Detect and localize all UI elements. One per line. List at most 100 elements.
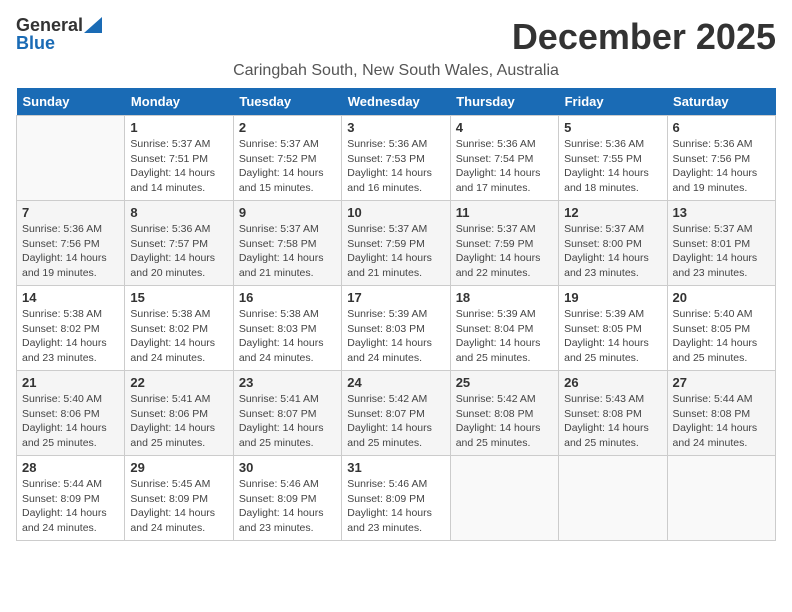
calendar-week-row: 21Sunrise: 5:40 AM Sunset: 8:06 PM Dayli… bbox=[17, 371, 776, 456]
day-number: 29 bbox=[130, 460, 227, 475]
calendar-cell: 12 Sunrise: 5:37 AM Sunset: 8:00 PM Dayli… bbox=[559, 201, 667, 286]
day-number: 18 bbox=[456, 290, 553, 305]
calendar-cell: 4Sunrise: 5:36 AM Sunset: 7:54 PM Daylig… bbox=[450, 116, 558, 201]
day-info: Sunrise: 5:36 AM Sunset: 7:57 PM Dayligh… bbox=[130, 222, 227, 281]
day-number: 31 bbox=[347, 460, 444, 475]
day-info: Sunrise: 5:45 AM Sunset: 8:09 PM Dayligh… bbox=[130, 477, 227, 536]
day-number: 15 bbox=[130, 290, 227, 305]
day-number: 6 bbox=[673, 120, 770, 135]
day-number: 12 bbox=[564, 205, 661, 220]
day-info: Sunrise: 5:42 AM Sunset: 8:08 PM Dayligh… bbox=[456, 392, 553, 451]
day-info: Sunrise: 5:37 AM Sunset: 7:51 PM Dayligh… bbox=[130, 137, 227, 196]
calendar-table: SundayMondayTuesdayWednesdayThursdayFrid… bbox=[16, 88, 776, 541]
calendar-cell: 28 Sunrise: 5:44 AM Sunset: 8:09 PM Dayli… bbox=[17, 456, 125, 541]
calendar-cell bbox=[667, 456, 775, 541]
day-number: 7 bbox=[22, 205, 119, 220]
day-number: 19 bbox=[564, 290, 661, 305]
calendar-day-header: Thursday bbox=[450, 88, 558, 116]
calendar-cell bbox=[559, 456, 667, 541]
day-info: Sunrise: 5:37 AM Sunset: 7:58 PM Dayligh… bbox=[239, 222, 336, 281]
calendar-cell: 18Sunrise: 5:39 AM Sunset: 8:04 PM Dayli… bbox=[450, 286, 558, 371]
calendar-cell: 23 Sunrise: 5:41 AM Sunset: 8:07 PM Dayli… bbox=[233, 371, 341, 456]
calendar-week-row: 1Sunrise: 5:37 AM Sunset: 7:51 PM Daylig… bbox=[17, 116, 776, 201]
calendar-cell: 1Sunrise: 5:37 AM Sunset: 7:51 PM Daylig… bbox=[125, 116, 233, 201]
day-info: Sunrise: 5:39 AM Sunset: 8:05 PM Dayligh… bbox=[564, 307, 661, 366]
logo-blue: Blue bbox=[16, 34, 102, 54]
day-number: 23 bbox=[239, 375, 336, 390]
page-header: General Blue December 2025 bbox=[16, 16, 776, 58]
day-number: 8 bbox=[130, 205, 227, 220]
calendar-cell: 26 Sunrise: 5:43 AM Sunset: 8:08 PM Dayli… bbox=[559, 371, 667, 456]
day-number: 20 bbox=[673, 290, 770, 305]
calendar-day-header: Tuesday bbox=[233, 88, 341, 116]
day-number: 5 bbox=[564, 120, 661, 135]
calendar-cell: 22 Sunrise: 5:41 AM Sunset: 8:06 PM Dayli… bbox=[125, 371, 233, 456]
calendar-cell bbox=[450, 456, 558, 541]
day-number: 26 bbox=[564, 375, 661, 390]
day-info: Sunrise: 5:39 AM Sunset: 8:03 PM Dayligh… bbox=[347, 307, 444, 366]
calendar-cell: 31Sunrise: 5:46 AM Sunset: 8:09 PM Dayli… bbox=[342, 456, 450, 541]
day-number: 28 bbox=[22, 460, 119, 475]
calendar-cell: 3 Sunrise: 5:36 AM Sunset: 7:53 PM Daylig… bbox=[342, 116, 450, 201]
day-number: 25 bbox=[456, 375, 553, 390]
day-number: 13 bbox=[673, 205, 770, 220]
day-info: Sunrise: 5:43 AM Sunset: 8:08 PM Dayligh… bbox=[564, 392, 661, 451]
day-info: Sunrise: 5:37 AM Sunset: 8:00 PM Dayligh… bbox=[564, 222, 661, 281]
calendar-cell: 16 Sunrise: 5:38 AM Sunset: 8:03 PM Dayli… bbox=[233, 286, 341, 371]
calendar-cell: 9 Sunrise: 5:37 AM Sunset: 7:58 PM Daylig… bbox=[233, 201, 341, 286]
day-info: Sunrise: 5:40 AM Sunset: 8:05 PM Dayligh… bbox=[673, 307, 770, 366]
calendar-day-header: Sunday bbox=[17, 88, 125, 116]
calendar-header-row: SundayMondayTuesdayWednesdayThursdayFrid… bbox=[17, 88, 776, 116]
day-number: 3 bbox=[347, 120, 444, 135]
calendar-cell: 5 Sunrise: 5:36 AM Sunset: 7:55 PM Daylig… bbox=[559, 116, 667, 201]
calendar-week-row: 7Sunrise: 5:36 AM Sunset: 7:56 PM Daylig… bbox=[17, 201, 776, 286]
calendar-cell: 21Sunrise: 5:40 AM Sunset: 8:06 PM Dayli… bbox=[17, 371, 125, 456]
calendar-cell: 2Sunrise: 5:37 AM Sunset: 7:52 PM Daylig… bbox=[233, 116, 341, 201]
calendar-cell: 6 Sunrise: 5:36 AM Sunset: 7:56 PM Daylig… bbox=[667, 116, 775, 201]
day-info: Sunrise: 5:41 AM Sunset: 8:06 PM Dayligh… bbox=[130, 392, 227, 451]
day-number: 24 bbox=[347, 375, 444, 390]
day-number: 14 bbox=[22, 290, 119, 305]
calendar-cell: 24 Sunrise: 5:42 AM Sunset: 8:07 PM Dayli… bbox=[342, 371, 450, 456]
day-info: Sunrise: 5:37 AM Sunset: 7:59 PM Dayligh… bbox=[347, 222, 444, 281]
calendar-day-header: Wednesday bbox=[342, 88, 450, 116]
calendar-cell: 10Sunrise: 5:37 AM Sunset: 7:59 PM Dayli… bbox=[342, 201, 450, 286]
logo-triangle-icon bbox=[84, 17, 102, 33]
day-info: Sunrise: 5:37 AM Sunset: 7:52 PM Dayligh… bbox=[239, 137, 336, 196]
day-info: Sunrise: 5:36 AM Sunset: 7:56 PM Dayligh… bbox=[673, 137, 770, 196]
day-number: 16 bbox=[239, 290, 336, 305]
day-info: Sunrise: 5:46 AM Sunset: 8:09 PM Dayligh… bbox=[239, 477, 336, 536]
day-info: Sunrise: 5:37 AM Sunset: 7:59 PM Dayligh… bbox=[456, 222, 553, 281]
calendar-cell: 29 Sunrise: 5:45 AM Sunset: 8:09 PM Dayli… bbox=[125, 456, 233, 541]
day-info: Sunrise: 5:40 AM Sunset: 8:06 PM Dayligh… bbox=[22, 392, 119, 451]
day-info: Sunrise: 5:38 AM Sunset: 8:02 PM Dayligh… bbox=[22, 307, 119, 366]
day-number: 30 bbox=[239, 460, 336, 475]
day-info: Sunrise: 5:42 AM Sunset: 8:07 PM Dayligh… bbox=[347, 392, 444, 451]
day-number: 27 bbox=[673, 375, 770, 390]
calendar-week-row: 28 Sunrise: 5:44 AM Sunset: 8:09 PM Dayli… bbox=[17, 456, 776, 541]
day-info: Sunrise: 5:38 AM Sunset: 8:02 PM Dayligh… bbox=[130, 307, 227, 366]
month-title: December 2025 bbox=[512, 16, 776, 58]
day-number: 9 bbox=[239, 205, 336, 220]
calendar-cell: 30 Sunrise: 5:46 AM Sunset: 8:09 PM Dayli… bbox=[233, 456, 341, 541]
day-number: 4 bbox=[456, 120, 553, 135]
day-info: Sunrise: 5:41 AM Sunset: 8:07 PM Dayligh… bbox=[239, 392, 336, 451]
calendar-day-header: Friday bbox=[559, 88, 667, 116]
day-info: Sunrise: 5:38 AM Sunset: 8:03 PM Dayligh… bbox=[239, 307, 336, 366]
day-number: 17 bbox=[347, 290, 444, 305]
day-number: 11 bbox=[456, 205, 553, 220]
calendar-cell: 14 Sunrise: 5:38 AM Sunset: 8:02 PM Dayli… bbox=[17, 286, 125, 371]
calendar-day-header: Monday bbox=[125, 88, 233, 116]
calendar-day-header: Saturday bbox=[667, 88, 775, 116]
calendar-cell: 20 Sunrise: 5:40 AM Sunset: 8:05 PM Dayli… bbox=[667, 286, 775, 371]
calendar-cell: 27 Sunrise: 5:44 AM Sunset: 8:08 PM Dayli… bbox=[667, 371, 775, 456]
day-info: Sunrise: 5:44 AM Sunset: 8:08 PM Dayligh… bbox=[673, 392, 770, 451]
day-info: Sunrise: 5:44 AM Sunset: 8:09 PM Dayligh… bbox=[22, 477, 119, 536]
day-number: 22 bbox=[130, 375, 227, 390]
calendar-week-row: 14 Sunrise: 5:38 AM Sunset: 8:02 PM Dayli… bbox=[17, 286, 776, 371]
day-info: Sunrise: 5:36 AM Sunset: 7:55 PM Dayligh… bbox=[564, 137, 661, 196]
day-info: Sunrise: 5:36 AM Sunset: 7:53 PM Dayligh… bbox=[347, 137, 444, 196]
logo: General Blue bbox=[16, 16, 102, 54]
calendar-cell: 8 Sunrise: 5:36 AM Sunset: 7:57 PM Daylig… bbox=[125, 201, 233, 286]
calendar-cell: 13Sunrise: 5:37 AM Sunset: 8:01 PM Dayli… bbox=[667, 201, 775, 286]
